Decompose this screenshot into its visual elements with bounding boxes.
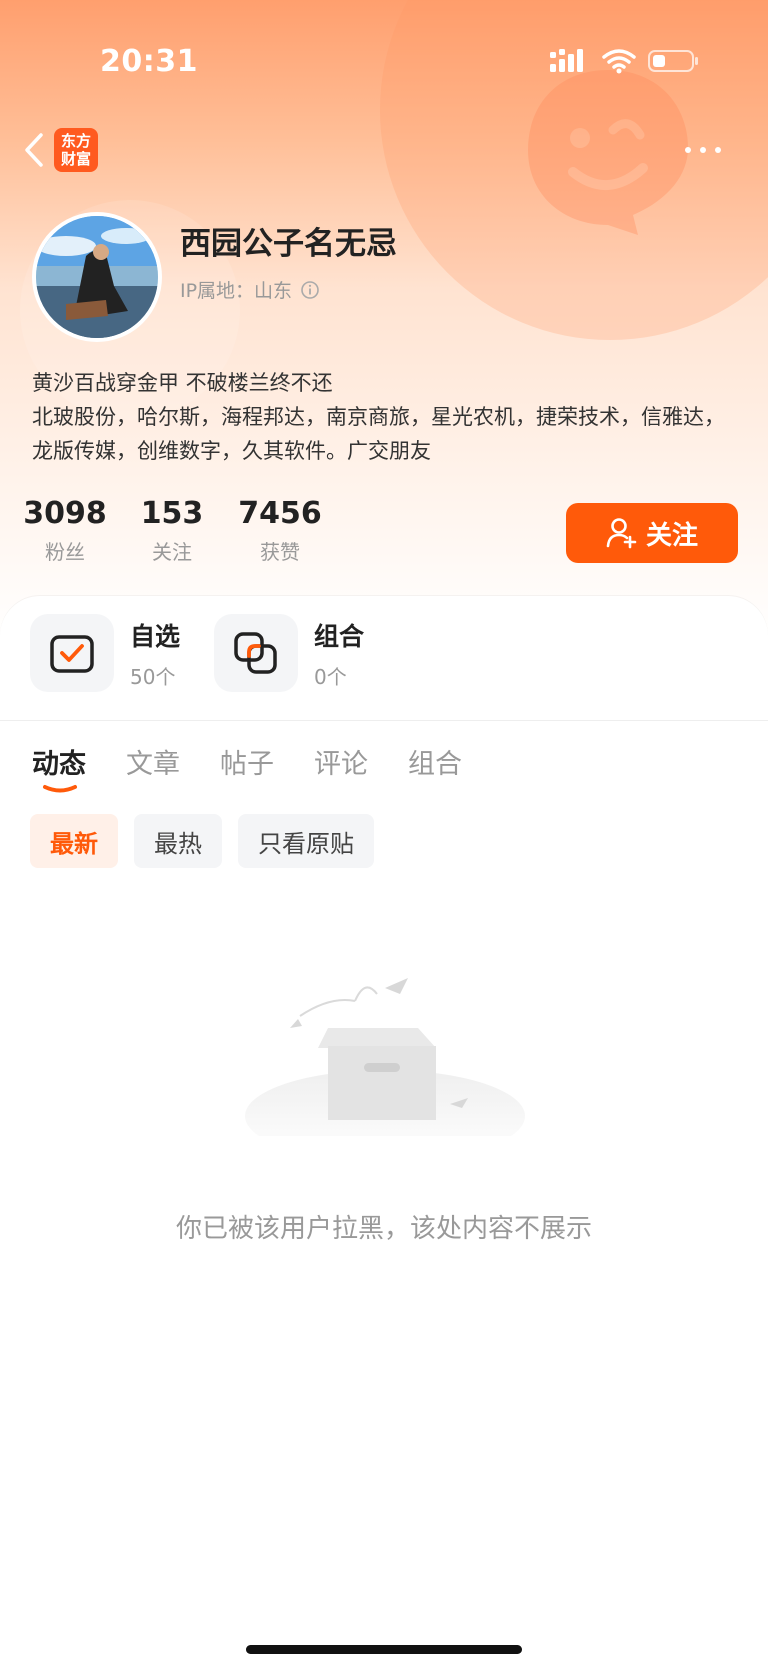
quick-link-title: 自选: [130, 621, 181, 651]
quick-link-watchlist[interactable]: 自选 50个: [30, 614, 180, 692]
content-tabs: 动态 文章 帖子 评论 组合: [32, 742, 462, 793]
filter-hottest[interactable]: 最热: [134, 814, 222, 868]
bio-line: 黄沙百战穿金甲 不破楼兰终不还: [32, 371, 333, 395]
tab-label: 帖子: [220, 749, 274, 780]
username: 西园公子名无忌: [180, 226, 397, 262]
stat-likes[interactable]: 7456 获赞: [238, 496, 322, 565]
add-user-icon: [606, 518, 637, 549]
stat-fans[interactable]: 3098 粉丝: [23, 496, 107, 565]
bio-line: 北玻股份，哈尔斯，海程邦达，南京商旅，星光农机，捷荣技术，信雅达，龙版传媒，创维…: [32, 405, 725, 463]
tab-label: 组合: [408, 749, 462, 780]
more-dots-icon: [685, 147, 721, 153]
ip-location-label: IP属地：山东: [180, 280, 293, 302]
stat-label: 关注: [152, 540, 192, 564]
profile-stats: 3098 粉丝 153 关注 7456 获赞: [23, 496, 322, 565]
filter-chips: 最新 最热 只看原贴: [30, 814, 374, 868]
avatar[interactable]: [32, 212, 162, 342]
top-navigation: 东方财富: [0, 118, 768, 182]
empty-box-illustration: [245, 978, 525, 1136]
quick-link-icon-box: [214, 614, 298, 692]
ip-location: IP属地：山东: [180, 276, 320, 303]
tab-label: 文章: [126, 749, 180, 780]
stat-value: 7456: [238, 496, 322, 531]
quick-link-count: 50个: [130, 664, 176, 689]
watchlist-check-icon: [50, 635, 94, 673]
home-indicator[interactable]: [246, 1645, 522, 1654]
info-icon[interactable]: [300, 280, 320, 300]
divider: [0, 720, 768, 721]
stat-value: 3098: [23, 496, 107, 531]
battery-icon: [648, 50, 698, 72]
status-bar: 20:31: [0, 0, 768, 120]
portfolio-icon: [234, 632, 277, 674]
filter-latest[interactable]: 最新: [30, 814, 118, 868]
cellular-signal-icon: [550, 49, 583, 72]
tab-posts[interactable]: 帖子: [220, 742, 274, 781]
stat-value: 153: [140, 496, 204, 531]
stat-following[interactable]: 153 关注: [141, 496, 204, 565]
stat-label: 获赞: [260, 540, 300, 564]
avatar-photo: [36, 216, 158, 338]
tab-activity[interactable]: 动态: [32, 742, 86, 793]
chevron-left-icon: [25, 133, 43, 167]
status-time: 20:31: [100, 44, 198, 79]
stat-label: 粉丝: [45, 540, 85, 564]
empty-state-message: 你已被该用户拉黑，该处内容不展示: [175, 1214, 592, 1244]
app-logo[interactable]: 东方财富: [54, 128, 98, 172]
content-card: 自选 50个 组合 0个 动态 文章 帖子 评论 组合 最新 最热 只看原贴 你…: [0, 596, 768, 1670]
active-tab-indicator: [43, 785, 77, 793]
more-options-button[interactable]: [678, 130, 728, 170]
follow-button[interactable]: 关注: [566, 503, 738, 563]
quick-link-icon-box: [30, 614, 114, 692]
quick-link-portfolio[interactable]: 组合 0个: [214, 614, 364, 692]
status-icons: [550, 48, 700, 74]
follow-button-label: 关注: [645, 519, 698, 550]
wifi-icon: [602, 49, 636, 74]
tab-portfolios[interactable]: 组合: [408, 742, 462, 781]
tab-label: 评论: [314, 749, 368, 780]
bio: 黄沙百战穿金甲 不破楼兰终不还 北玻股份，哈尔斯，海程邦达，南京商旅，星光农机，…: [32, 366, 744, 468]
tab-comments[interactable]: 评论: [314, 742, 368, 781]
filter-original-only[interactable]: 只看原贴: [238, 814, 374, 868]
quick-link-title: 组合: [314, 621, 365, 651]
quick-link-count: 0个: [314, 664, 347, 689]
tab-label: 动态: [32, 749, 86, 780]
back-button[interactable]: [14, 126, 54, 174]
tab-articles[interactable]: 文章: [126, 742, 180, 781]
